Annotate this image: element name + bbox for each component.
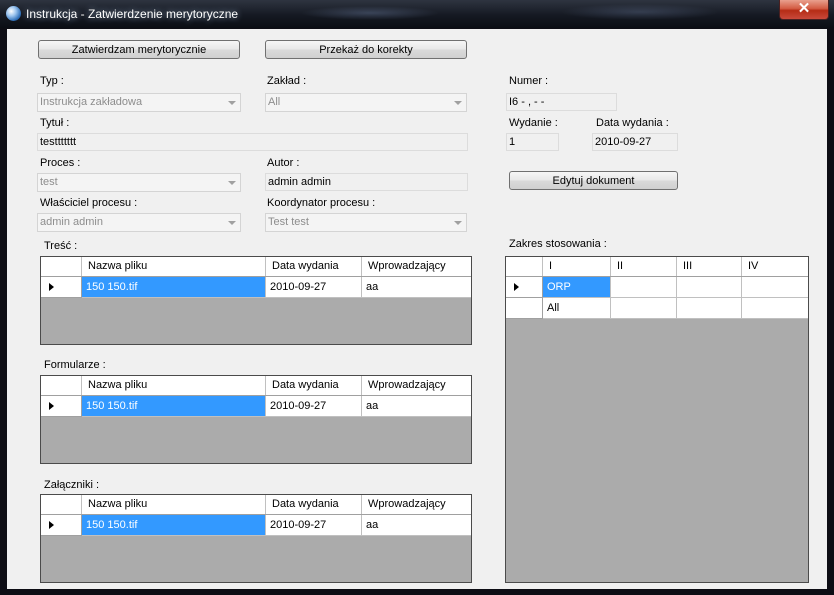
table-cell[interactable]: 2010-09-27 [266, 396, 362, 417]
window-title: Instrukcja - Zatwierdzenie merytoryczne [26, 7, 239, 21]
chevron-down-icon [228, 181, 236, 185]
koordynator-label: Koordynator procesu : [267, 197, 376, 209]
column-header[interactable]: Nazwa pliku [82, 495, 266, 514]
table-cell[interactable] [742, 277, 808, 298]
column-header[interactable]: Nazwa pliku [82, 376, 266, 395]
column-header[interactable]: Data wydania [266, 257, 362, 276]
column-header[interactable]: II [611, 257, 677, 276]
table-row[interactable]: 150 150.tif 2010-09-27 aa [41, 277, 471, 298]
chevron-down-icon [228, 101, 236, 105]
zalaczniki-grid[interactable]: Nazwa pliku Data wydania Wprowadzający 1… [40, 494, 472, 583]
wydanie-field: 1 [506, 133, 559, 151]
table-cell[interactable] [677, 277, 742, 298]
table-cell[interactable]: 2010-09-27 [266, 515, 362, 536]
row-header-corner [506, 257, 543, 276]
data-wydania-field: 2010-09-27 [592, 133, 678, 151]
table-cell[interactable] [677, 298, 742, 319]
koordynator-combo[interactable]: Test test [265, 213, 467, 232]
column-header[interactable]: Nazwa pliku [82, 257, 266, 276]
zakres-grid[interactable]: I II III IV ORP All [505, 256, 809, 583]
table-cell[interactable] [611, 298, 677, 319]
current-row-arrow-icon [49, 402, 54, 410]
table-row[interactable]: All [506, 298, 808, 319]
tresc-grid[interactable]: Nazwa pliku Data wydania Wprowadzający 1… [40, 256, 472, 345]
proces-value: test [40, 176, 58, 188]
zaklad-value: All [268, 96, 281, 108]
table-row[interactable]: 150 150.tif 2010-09-27 aa [41, 396, 471, 417]
zaklad-combo[interactable]: All [265, 93, 467, 112]
column-header[interactable]: Wprowadzający [362, 376, 471, 395]
tytul-label: Tytuł : [40, 117, 70, 129]
current-row-arrow-icon [49, 521, 54, 529]
row-header[interactable] [41, 396, 82, 417]
zakres-label: Zakres stosowania : [509, 238, 607, 250]
typ-label: Typ : [40, 75, 64, 87]
table-cell[interactable]: ORP [543, 277, 611, 298]
table-cell[interactable]: 150 150.tif [82, 277, 266, 298]
table-row[interactable]: ORP [506, 277, 808, 298]
data-wydania-label: Data wydania : [596, 117, 669, 129]
edit-document-button[interactable]: Edytuj dokument [509, 171, 678, 190]
table-cell[interactable]: 2010-09-27 [266, 277, 362, 298]
autor-field: admin admin [265, 173, 468, 191]
title-bar: Instrukcja - Zatwierdzenie merytoryczne … [0, 0, 834, 28]
table-cell[interactable]: All [543, 298, 611, 319]
tytul-field[interactable]: testtttttt [37, 133, 468, 151]
chevron-down-icon [454, 221, 462, 225]
column-header[interactable]: Wprowadzający [362, 495, 471, 514]
row-header-corner [41, 495, 82, 514]
chevron-down-icon [228, 221, 236, 225]
row-header-corner [41, 257, 82, 276]
row-header[interactable] [41, 515, 82, 536]
wlasciciel-combo[interactable]: admin admin [37, 213, 241, 232]
dialog-client-area: Zatwierdzam merytorycznie Przekaż do kor… [7, 29, 827, 589]
app-globe-icon [6, 6, 21, 21]
formularze-grid[interactable]: Nazwa pliku Data wydania Wprowadzający 1… [40, 375, 472, 464]
column-header[interactable]: Data wydania [266, 495, 362, 514]
wydanie-label: Wydanie : [509, 117, 558, 129]
row-header[interactable] [41, 277, 82, 298]
current-row-arrow-icon [514, 283, 519, 291]
typ-value: Instrukcja zakładowa [40, 96, 143, 108]
row-header[interactable] [506, 277, 543, 298]
autor-label: Autor : [267, 157, 300, 169]
table-cell[interactable]: 150 150.tif [82, 396, 266, 417]
row-header[interactable] [506, 298, 543, 319]
approve-button[interactable]: Zatwierdzam merytorycznie [38, 40, 240, 59]
numer-field: I6 - , - - [506, 93, 617, 111]
table-cell[interactable]: 150 150.tif [82, 515, 266, 536]
zaklad-label: Zakład : [267, 75, 307, 87]
column-header[interactable]: Wprowadzający [362, 257, 471, 276]
proces-combo[interactable]: test [37, 173, 241, 192]
chevron-down-icon [454, 101, 462, 105]
column-header[interactable]: III [677, 257, 742, 276]
table-cell[interactable] [611, 277, 677, 298]
wlasciciel-label: Właściciel procesu : [40, 197, 138, 209]
row-header-corner [41, 376, 82, 395]
koordynator-value: Test test [268, 216, 309, 228]
numer-label: Numer : [509, 75, 549, 87]
table-row[interactable]: 150 150.tif 2010-09-27 aa [41, 515, 471, 536]
tresc-label: Treść : [44, 240, 78, 252]
send-to-correction-button[interactable]: Przekaż do korekty [265, 40, 467, 59]
close-button[interactable]: ✕ [779, 0, 829, 20]
table-cell[interactable]: aa [362, 515, 471, 536]
current-row-arrow-icon [49, 283, 54, 291]
wlasciciel-value: admin admin [40, 216, 103, 228]
column-header[interactable]: I [543, 257, 611, 276]
table-cell[interactable]: aa [362, 277, 471, 298]
typ-combo[interactable]: Instrukcja zakładowa [37, 93, 241, 112]
table-cell[interactable] [742, 298, 808, 319]
column-header[interactable]: Data wydania [266, 376, 362, 395]
formularze-label: Formularze : [44, 359, 106, 371]
table-cell[interactable]: aa [362, 396, 471, 417]
column-header[interactable]: IV [742, 257, 808, 276]
zalaczniki-label: Załączniki : [44, 479, 100, 491]
proces-label: Proces : [40, 157, 81, 169]
